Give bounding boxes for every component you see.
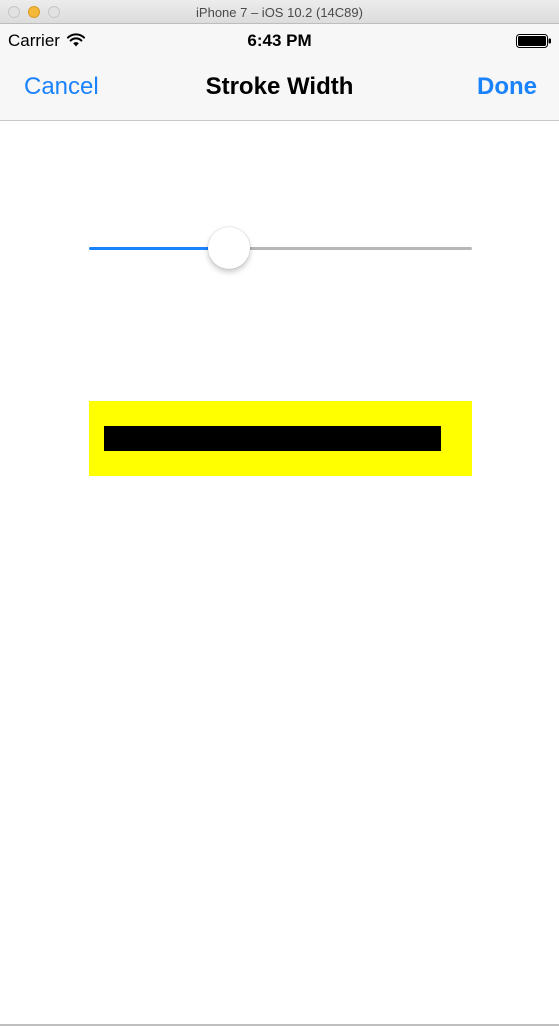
status-time: 6:43 PM [247,31,312,50]
status-bar: Carrier 6:43 PM [0,24,559,56]
stroke-line-sample [104,426,441,451]
page-title: Stroke Width [205,73,354,100]
slider-thumb[interactable] [208,227,251,269]
done-button[interactable]: Done [477,73,537,101]
stroke-preview [89,401,472,476]
simulator-window: iPhone 7 – iOS 10.2 (14C89) Carrier 6:43… [0,0,559,1026]
stroke-width-slider[interactable] [89,227,472,271]
battery-icon [516,34,551,48]
slider-track-remaining [229,247,472,250]
window-title-bar: iPhone 7 – iOS 10.2 (14C89) [0,0,559,24]
window-title: iPhone 7 – iOS 10.2 (14C89) [196,5,363,20]
navigation-bar: Cancel Stroke Width Done [0,56,559,121]
